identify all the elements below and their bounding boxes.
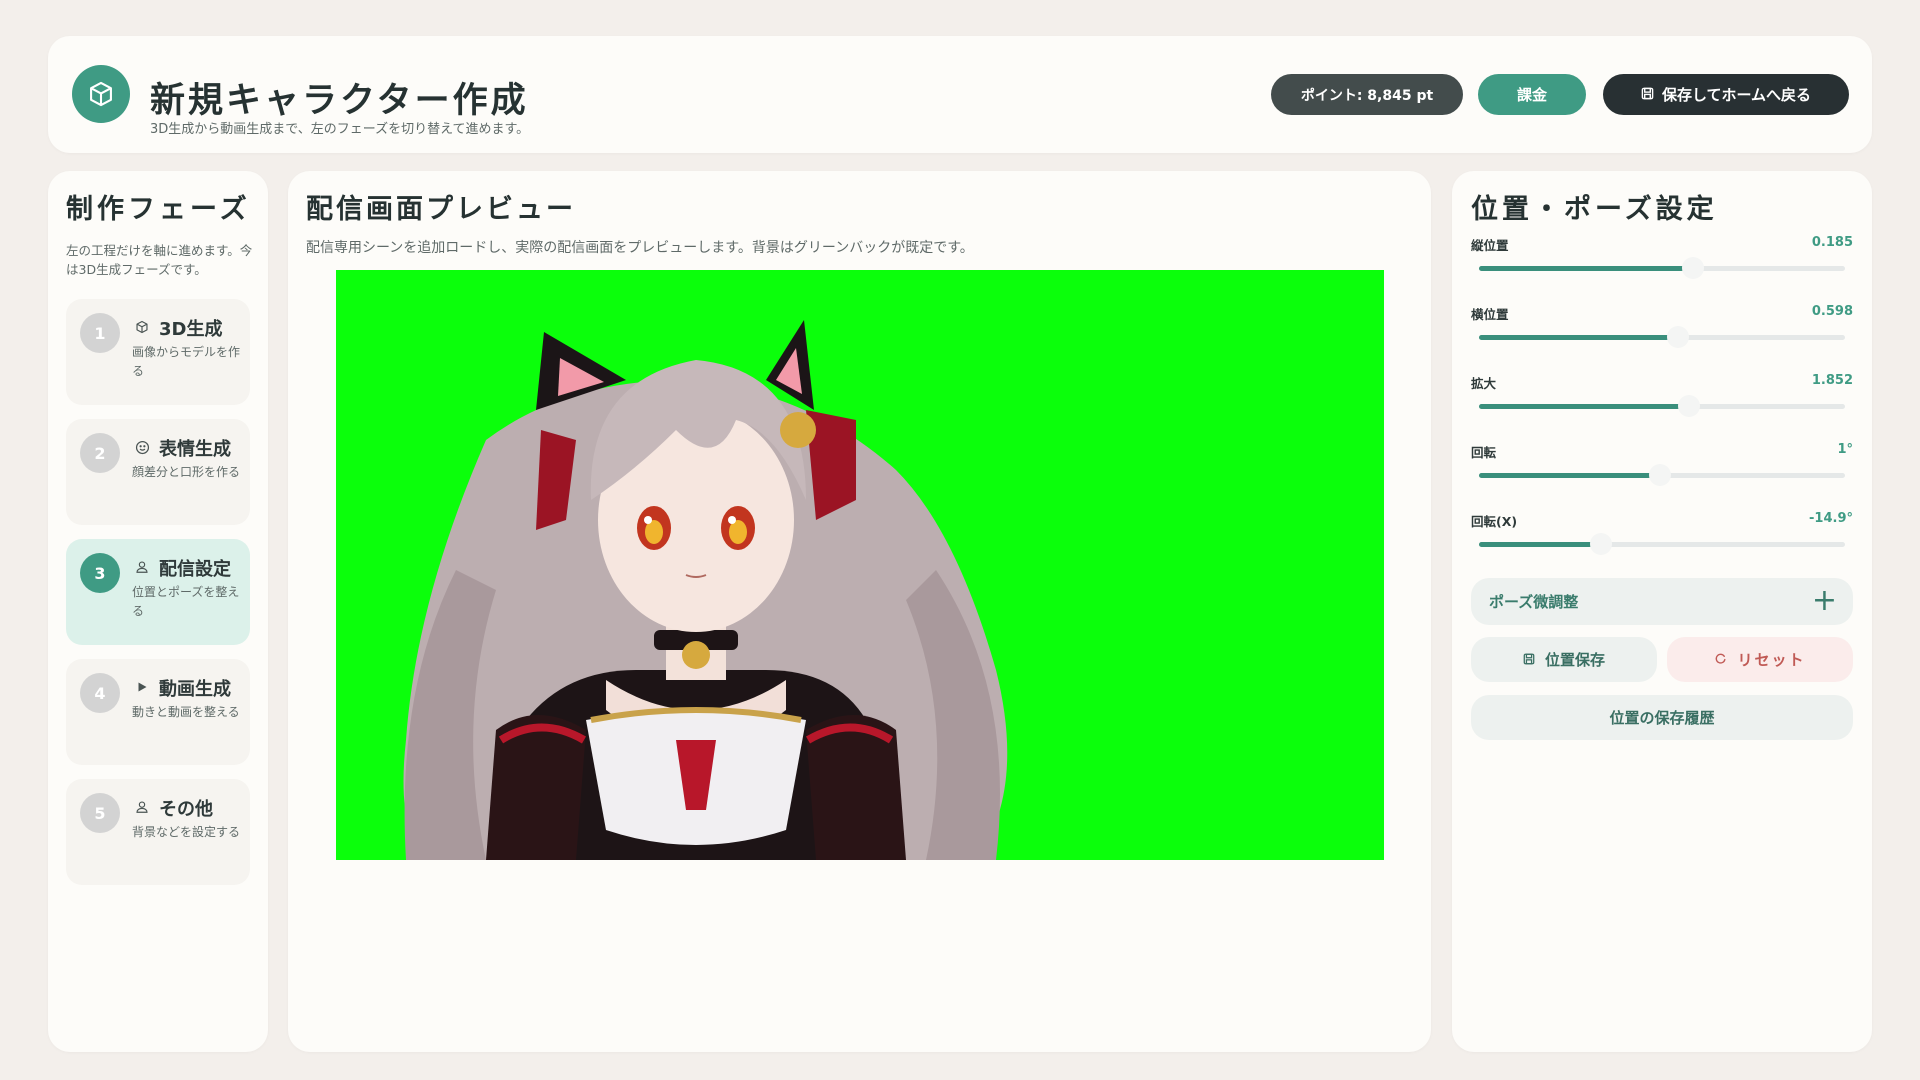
phase-number: 3 [80, 553, 120, 593]
slider-value: 1° [1837, 442, 1853, 457]
phase-number: 2 [80, 433, 120, 473]
save-and-home-button[interactable]: 保存してホームへ戻る [1603, 74, 1849, 115]
phase-item-3d[interactable]: 1 3D生成 画像からモデルを作る [66, 299, 250, 405]
reset-icon [1714, 651, 1727, 669]
page-subtitle: 3D生成から動画生成まで、左のフェーズを切り替えて進めます。 [150, 122, 530, 137]
slider-label: 回転(X) [1471, 514, 1518, 529]
phase-label: 3D生成 [159, 319, 223, 340]
slider-thumb[interactable] [1667, 326, 1690, 348]
slider-fill [1479, 542, 1593, 547]
preview-panel: 配信画面プレビュー 配信専用シーンを追加ロードし、実際の配信画面をプレビューしま… [288, 171, 1431, 1052]
reset-label: リセット [1737, 651, 1806, 669]
phase-description: 顔差分と口形を作る [132, 465, 241, 479]
slider-thumb[interactable] [1649, 464, 1672, 486]
sidebar-title: 制作フェーズ [66, 194, 251, 225]
phase-sidebar: 制作フェーズ 左の工程だけを軸に進めます。今は3D生成フェーズです。 1 3D生… [48, 171, 268, 1052]
slider-fill [1479, 473, 1652, 478]
position-history-button[interactable]: 位置の保存履歴 [1471, 695, 1853, 740]
phase-label: 配信設定 [159, 559, 231, 580]
slider-value: 1.852 [1811, 373, 1853, 388]
person-icon [134, 799, 150, 815]
play-icon [134, 679, 150, 695]
slider-track[interactable] [1479, 464, 1845, 486]
slider-thumb[interactable] [1681, 257, 1704, 279]
phase-item-expression[interactable]: 2 表情生成 顔差分と口形を作る [66, 419, 250, 525]
slider-track[interactable] [1479, 326, 1845, 348]
phase-label: その他 [159, 799, 213, 820]
phase-description: 動きと動画を整える [132, 705, 240, 719]
floppy-icon [1641, 86, 1654, 104]
character-illustration [403, 320, 1008, 860]
phase-description: 位置とポーズを整える [132, 585, 240, 618]
save-position-label: 位置保存 [1544, 651, 1605, 669]
stream-preview-canvas[interactable] [336, 270, 1384, 860]
phase-description: 画像からモデルを作る [132, 345, 241, 378]
page-title: 新規キャラクター作成 [150, 80, 529, 121]
slider-thumb[interactable] [1590, 533, 1613, 555]
slider-fill [1479, 266, 1684, 271]
phase-description: 背景などを設定する [132, 825, 241, 839]
slider-fill [1479, 335, 1670, 340]
pose-settings-panel: 位置・ポーズ設定 縦位置 0.185 横位置 0.598 拡大 1.852 回転… [1452, 171, 1872, 1052]
pose-fine-tune-label: ポーズ微調整 [1489, 593, 1579, 611]
phase-number: 4 [80, 673, 120, 713]
phase-item-video[interactable]: 4 動画生成 動きと動画を整える [66, 659, 250, 765]
phase-number: 1 [80, 313, 120, 353]
slider-track[interactable] [1479, 533, 1845, 555]
slider-value: 0.185 [1811, 235, 1853, 250]
save-and-home-label: 保存してホームへ戻る [1661, 86, 1812, 104]
slider-label: 縦位置 [1471, 238, 1509, 253]
slider-track[interactable] [1479, 395, 1845, 417]
preview-description: 配信専用シーンを追加ロードし、実際の配信画面をプレビューします。背景はグリーンバ… [306, 240, 974, 256]
slider-label: 拡大 [1471, 376, 1497, 391]
person-icon [134, 559, 150, 575]
floppy-icon [1523, 651, 1535, 669]
reset-button[interactable]: リセット [1667, 637, 1853, 682]
rotation-slider[interactable]: 回転 1° [1471, 442, 1853, 492]
slider-thumb[interactable] [1678, 395, 1701, 417]
phase-label: 表情生成 [159, 439, 231, 460]
save-position-button[interactable]: 位置保存 [1471, 637, 1657, 682]
horizontal-position-slider[interactable]: 横位置 0.598 [1471, 304, 1853, 354]
pose-fine-tune-toggle[interactable]: ポーズ微調整 + [1471, 578, 1853, 625]
scale-slider[interactable]: 拡大 1.852 [1471, 373, 1853, 423]
cube-icon [72, 65, 130, 123]
preview-title: 配信画面プレビュー [306, 194, 576, 225]
sidebar-description: 左の工程だけを軸に進めます。今は3D生成フェーズです。 [66, 243, 253, 277]
pose-settings-title: 位置・ポーズ設定 [1471, 194, 1718, 225]
slider-fill [1479, 404, 1681, 409]
charge-button[interactable]: 課金 [1478, 74, 1586, 115]
plus-icon: + [1811, 583, 1837, 618]
phase-number: 5 [80, 793, 120, 833]
smile-icon [134, 439, 150, 455]
vertical-position-slider[interactable]: 縦位置 0.185 [1471, 235, 1853, 285]
slider-value: 0.598 [1811, 304, 1853, 319]
slider-track[interactable] [1479, 257, 1845, 279]
slider-label: 回転 [1471, 445, 1497, 460]
phase-label: 動画生成 [159, 679, 231, 700]
phase-item-stream-settings[interactable]: 3 配信設定 位置とポーズを整える [66, 539, 250, 645]
slider-value: -14.9° [1809, 511, 1853, 526]
app-header: 新規キャラクター作成 3D生成から動画生成まで、左のフェーズを切り替えて進めます… [48, 36, 1872, 153]
rotation-x-slider[interactable]: 回転(X) -14.9° [1471, 511, 1853, 561]
cube-icon [134, 319, 150, 335]
phase-item-other[interactable]: 5 その他 背景などを設定する [66, 779, 250, 885]
points-badge: ポイント: 8,845 pt [1271, 74, 1463, 115]
slider-label: 横位置 [1471, 307, 1509, 322]
